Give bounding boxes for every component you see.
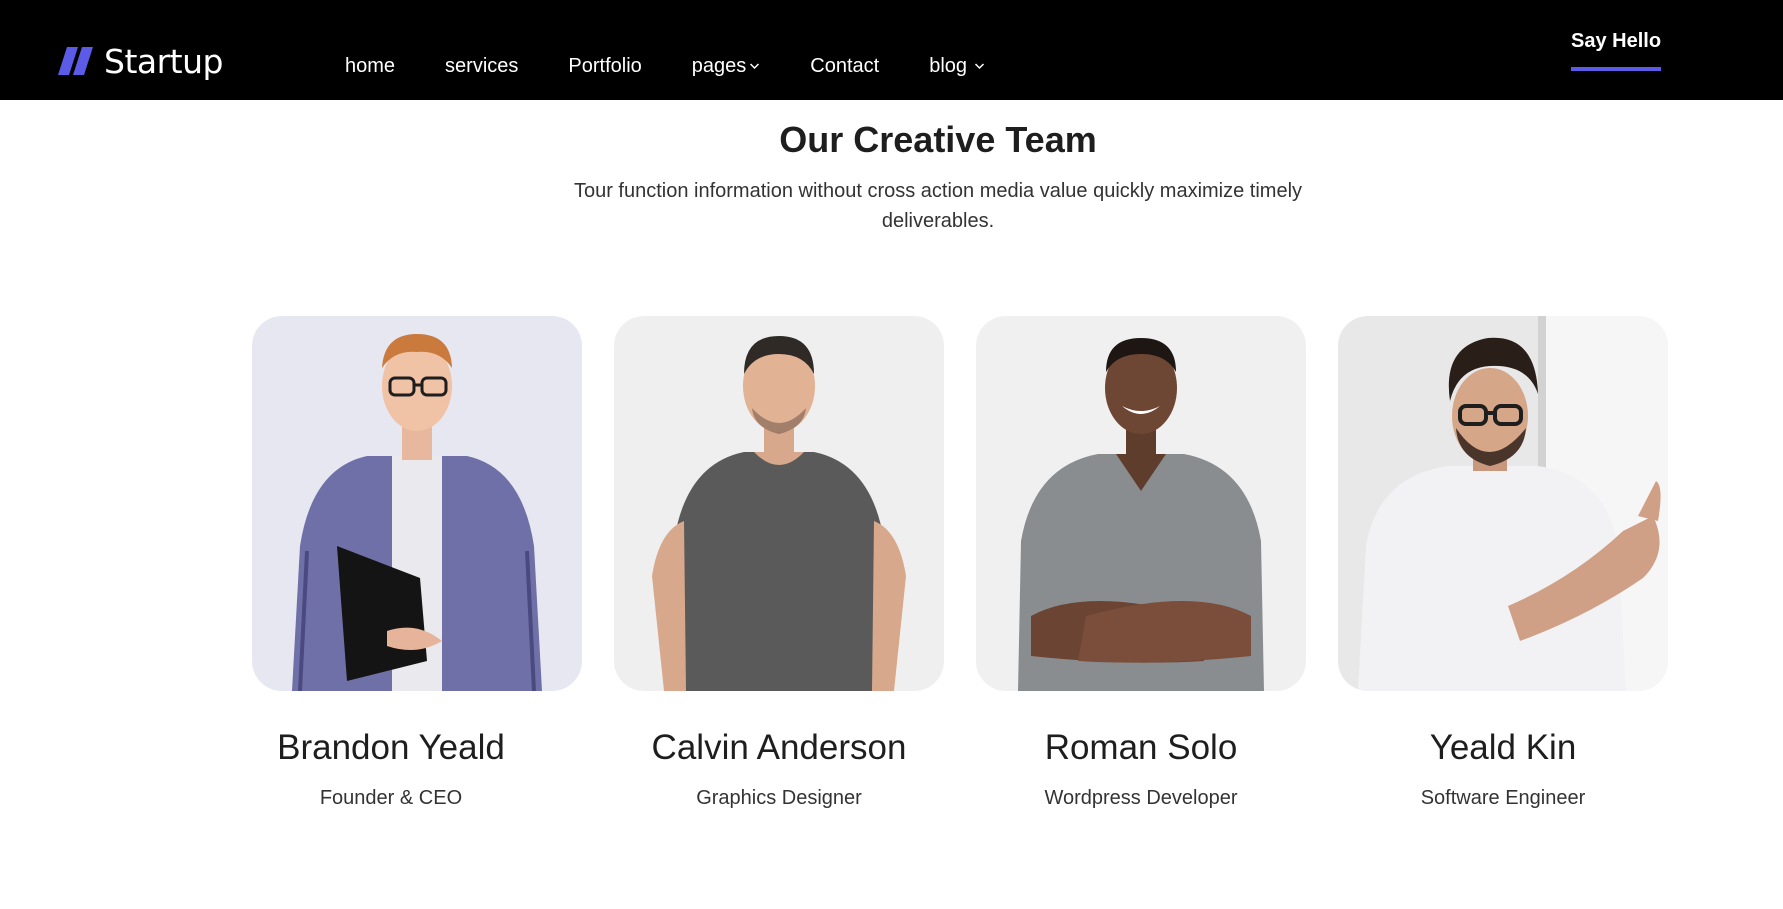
nav-item-label: Contact xyxy=(810,54,880,77)
team-member-role: Graphics Designer xyxy=(696,787,862,809)
team-card: Yeald Kin Software Engineer xyxy=(1338,316,1668,810)
nav-item-label: home xyxy=(345,54,396,77)
team-member-photo xyxy=(1338,316,1668,691)
team-member-name: Calvin Anderson xyxy=(651,728,907,767)
chevron-down-icon xyxy=(974,63,985,70)
logo-mark-icon xyxy=(58,47,93,75)
team-member-role: Software Engineer xyxy=(1420,787,1586,809)
nav-item-blog[interactable]: blog xyxy=(929,54,985,78)
nav-item-services[interactable]: services xyxy=(445,54,518,78)
nav-item-label: Portfolio xyxy=(568,54,642,77)
team-grid: Brandon Yeald Founder & CEO Calvin Ander… xyxy=(252,316,1700,810)
main-nav: home services Portfolio pages Contact bl… xyxy=(345,54,1035,78)
nav-item-home[interactable]: home xyxy=(345,54,395,78)
team-card: Roman Solo Wordpress Developer xyxy=(976,316,1306,810)
team-member-name: Brandon Yeald xyxy=(277,728,505,767)
nav-item-label: blog xyxy=(929,54,968,77)
team-member-photo xyxy=(976,316,1306,691)
team-member-role: Founder & CEO xyxy=(319,787,463,809)
nav-item-contact[interactable]: Contact xyxy=(810,54,879,78)
team-card: Calvin Anderson Graphics Designer xyxy=(614,316,944,810)
nav-item-portfolio[interactable]: Portfolio xyxy=(568,54,641,78)
nav-item-label: pages xyxy=(691,54,747,77)
nav-item-pages[interactable]: pages xyxy=(692,54,761,78)
section-title: Our Creative Team xyxy=(779,119,1097,160)
chevron-down-icon xyxy=(750,63,760,70)
top-navbar: Startup home services Portfolio pages Co… xyxy=(0,0,1783,100)
team-card: Brandon Yeald Founder & CEO xyxy=(252,316,582,810)
team-member-name: Roman Solo xyxy=(1044,728,1238,767)
team-member-role: Wordpress Developer xyxy=(1044,787,1238,809)
team-member-name: Yeald Kin xyxy=(1429,728,1577,767)
brand-name: Startup xyxy=(104,41,223,81)
section-subtitle: Tour function information without cross … xyxy=(573,180,1303,232)
say-hello-button[interactable]: Say Hello xyxy=(1571,30,1662,71)
nav-item-label: services xyxy=(445,54,519,77)
brand-logo[interactable]: Startup xyxy=(58,40,223,82)
team-member-photo xyxy=(614,316,944,691)
team-member-photo xyxy=(252,316,582,691)
